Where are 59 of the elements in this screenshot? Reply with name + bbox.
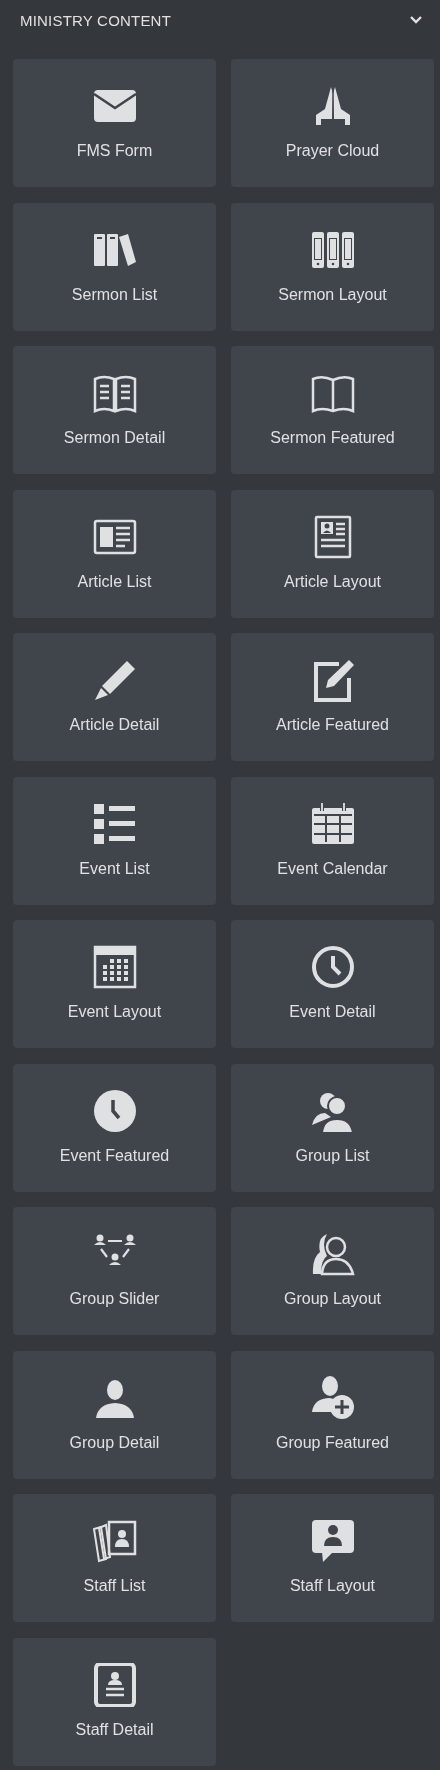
section-title: MINISTRY CONTENT xyxy=(20,11,171,29)
widget-label: Group Slider xyxy=(69,1290,160,1308)
list-icon xyxy=(92,801,137,846)
widget-label: Sermon Detail xyxy=(63,429,166,447)
widget-tile[interactable]: Staff List xyxy=(13,1494,216,1622)
calendar-icon xyxy=(310,801,355,846)
widget-label: Event List xyxy=(79,859,150,878)
widget-tile[interactable]: Group Featured xyxy=(231,1350,434,1479)
widget-tile[interactable]: Group Layout xyxy=(231,1207,434,1335)
widget-tile[interactable]: Article List xyxy=(13,489,216,618)
widget-tile[interactable]: Event Layout xyxy=(13,920,216,1048)
widget-label: Event Calendar xyxy=(277,859,388,878)
widget-label: Article Layout xyxy=(284,572,381,591)
widget-label: Group List xyxy=(295,1146,370,1165)
chevron-icon[interactable] xyxy=(409,15,423,25)
widget-label: Sermon List xyxy=(71,285,158,304)
widget-tile[interactable]: Article Layout xyxy=(231,489,434,618)
users-icon xyxy=(310,1232,355,1276)
clock-icon xyxy=(310,945,355,989)
widget-label: Staff List xyxy=(83,1577,146,1595)
widget-tile[interactable]: Group List xyxy=(231,1063,434,1192)
widget-label: Staff Detail xyxy=(75,1720,154,1739)
widget-label: Sermon Layout xyxy=(278,285,387,304)
widget-label: Staff Layout xyxy=(289,1577,376,1595)
widget-tile[interactable]: Event Calendar xyxy=(231,776,434,905)
widget-tile[interactable]: Sermon Featured xyxy=(231,346,434,474)
widget-label: Article List xyxy=(77,572,152,591)
widget-tile[interactable]: Sermon Detail xyxy=(13,346,216,474)
widget-tile[interactable]: FMS Form xyxy=(13,59,216,187)
widget-label: Sermon Featured xyxy=(270,429,395,447)
widget-label: Article Featured xyxy=(276,716,389,734)
widget-label: Event Featured xyxy=(59,1146,170,1165)
widget-tile[interactable]: Sermon List xyxy=(13,202,216,331)
contact-card-icon xyxy=(92,1662,137,1707)
widget-tile[interactable]: Group Slider xyxy=(13,1207,216,1335)
widget-label: Prayer Cloud xyxy=(285,142,380,160)
widget-tile[interactable]: Article Detail xyxy=(13,633,216,761)
widget-tile[interactable]: Sermon Layout xyxy=(231,202,434,331)
widget-tile[interactable]: Event Detail xyxy=(231,920,434,1048)
clock-icon xyxy=(92,1088,137,1133)
widget-label: Event Layout xyxy=(67,1003,162,1021)
widget-tile[interactable]: Article Featured xyxy=(231,633,434,761)
widget-label: Article Detail xyxy=(69,716,160,734)
widget-tile[interactable]: Staff Detail xyxy=(13,1637,216,1766)
widget-label: FMS Form xyxy=(76,142,153,160)
widget-tile[interactable]: Prayer Cloud xyxy=(231,59,434,187)
add-user-icon xyxy=(310,1375,355,1420)
widget-label: Group Detail xyxy=(69,1433,160,1452)
widget-label: Group Layout xyxy=(284,1290,381,1308)
widget-label: Group Featured xyxy=(276,1433,389,1452)
widget-tile[interactable]: Event Featured xyxy=(13,1063,216,1192)
photos-icon xyxy=(92,1519,137,1563)
calendar-icon xyxy=(92,945,137,989)
widget-label: Event Detail xyxy=(289,1003,376,1021)
widget-tile[interactable]: Event List xyxy=(13,776,216,905)
widget-tile[interactable]: Group Detail xyxy=(13,1350,216,1479)
pencil-icon xyxy=(92,658,137,702)
widget-tile[interactable]: Staff Layout xyxy=(231,1494,434,1622)
user-chat-icon xyxy=(310,1519,355,1563)
